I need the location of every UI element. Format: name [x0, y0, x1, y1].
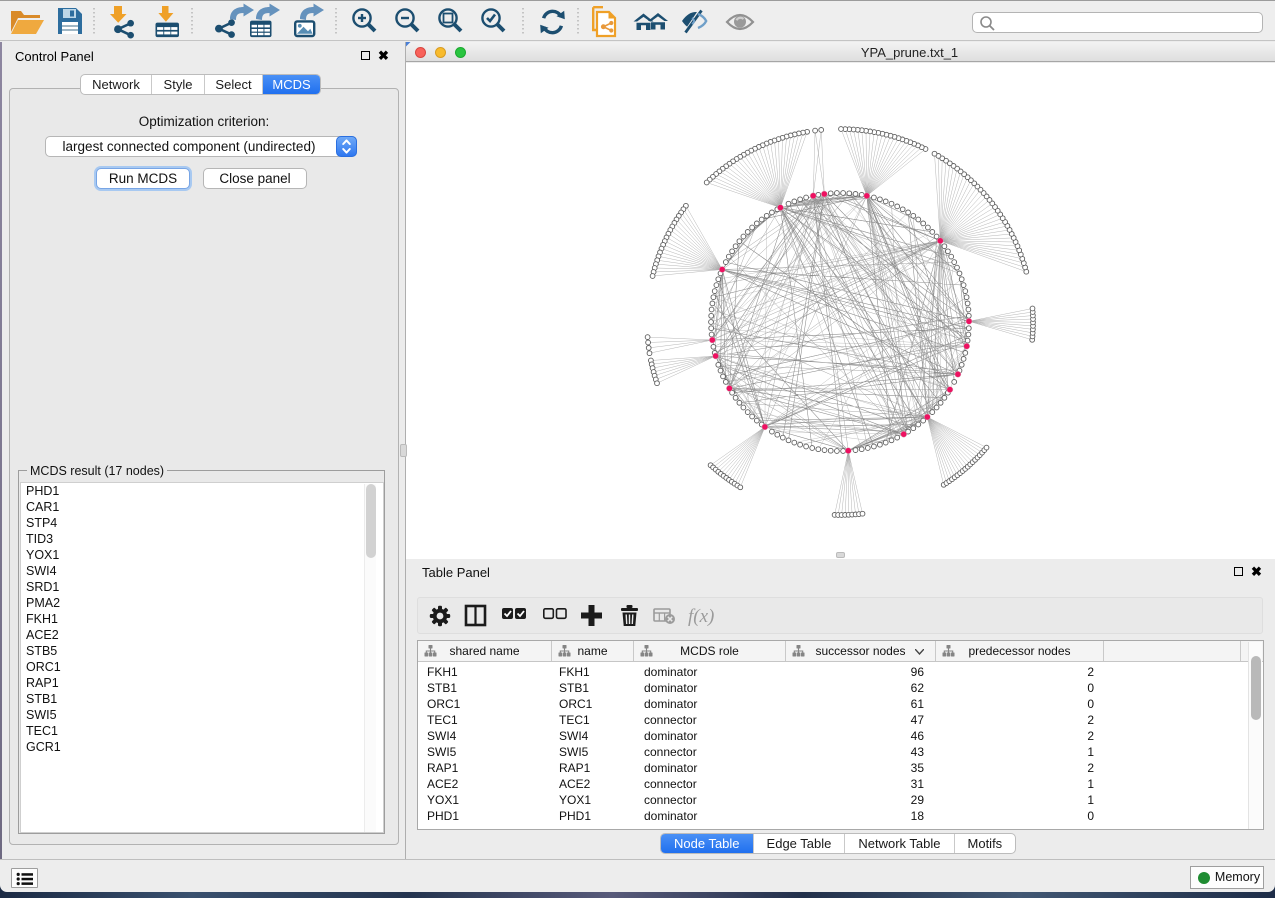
svg-text:f(x): f(x)	[688, 606, 714, 627]
